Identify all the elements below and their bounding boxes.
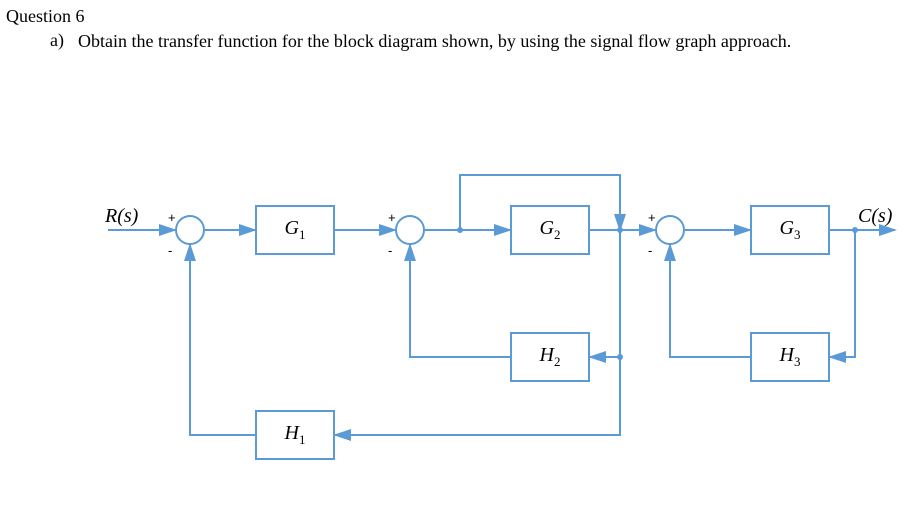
- diagram-wiring: [0, 0, 923, 512]
- block-diagram: R(s) C(s) + - + - + - G1 G2 G3 H1 H2 H3: [0, 0, 923, 512]
